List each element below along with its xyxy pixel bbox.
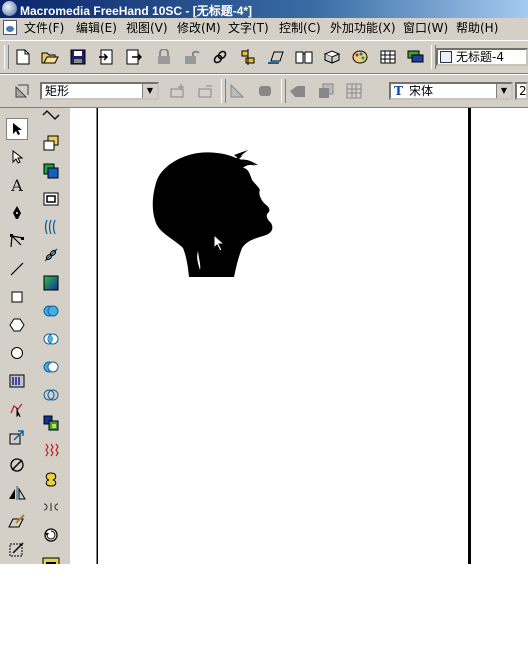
send-back-icon[interactable]: [316, 81, 336, 101]
roughen-icon[interactable]: [40, 440, 62, 462]
swatches-icon[interactable]: [378, 47, 398, 67]
bring-front-icon[interactable]: [288, 81, 308, 101]
link-icon[interactable]: [210, 47, 230, 67]
reflect-icon[interactable]: [6, 482, 28, 504]
inset-icon[interactable]: [40, 188, 62, 210]
lock-icon[interactable]: [154, 47, 174, 67]
polygon-icon[interactable]: [6, 314, 28, 336]
menu-bar: 文件(F) 编辑(E) 视图(V) 修改(M) 文字(T) 控制(C) 外加功能…: [0, 18, 528, 38]
menu-xtras[interactable]: 外加功能(X): [330, 20, 396, 36]
spiral-icon[interactable]: [40, 496, 62, 518]
fill-icon[interactable]: [40, 160, 62, 182]
main-toolbar: 无标题-4: [0, 40, 528, 74]
library-icon[interactable]: [294, 47, 314, 67]
import-icon[interactable]: [96, 47, 116, 67]
ellipse-icon[interactable]: [6, 342, 28, 364]
line-icon[interactable]: [6, 258, 28, 280]
menu-help[interactable]: 帮助(H): [456, 20, 498, 36]
freeform-icon[interactable]: [40, 104, 62, 126]
align-left-icon[interactable]: [228, 81, 248, 101]
lasso-icon[interactable]: [6, 398, 28, 420]
skew-icon[interactable]: [6, 510, 28, 532]
symbols-icon[interactable]: [322, 47, 342, 67]
menu-modify[interactable]: 修改(M): [177, 20, 221, 36]
text-toolbar: 矩形 ▼ T 宋体 ▼ 24: [0, 74, 528, 108]
tools-panel: A: [0, 108, 70, 564]
rotate-3d-icon[interactable]: [40, 524, 62, 546]
union-icon[interactable]: [40, 300, 62, 322]
scale-icon[interactable]: [6, 426, 28, 448]
remove-point-icon[interactable]: [196, 81, 216, 101]
punch-icon[interactable]: [40, 356, 62, 378]
gradient-fill-icon[interactable]: [40, 272, 62, 294]
export-icon[interactable]: [124, 47, 144, 67]
align-icon[interactable]: [238, 47, 258, 67]
bezigon-icon[interactable]: [6, 230, 28, 252]
rotate-icon[interactable]: [6, 454, 28, 476]
truetype-font-icon: T: [394, 84, 403, 98]
text-icon[interactable]: A: [6, 174, 28, 196]
chevron-down-icon[interactable]: ▼: [496, 84, 511, 98]
object-inspector-icon[interactable]: [12, 81, 32, 101]
chevron-down-icon[interactable]: ▼: [142, 84, 157, 98]
color-mixer-icon[interactable]: [350, 47, 370, 67]
subselect-icon[interactable]: [6, 146, 28, 168]
freehand-app-icon[interactable]: [2, 1, 17, 16]
document-select[interactable]: 无标题-4: [436, 48, 528, 66]
transform-icon[interactable]: [266, 47, 286, 67]
bend-icon[interactable]: [40, 468, 62, 490]
blend-icon[interactable]: [40, 216, 62, 238]
mouse-cursor-icon: [213, 234, 226, 252]
open-icon[interactable]: [40, 47, 60, 67]
split-icon[interactable]: [40, 384, 62, 406]
new-icon[interactable]: [13, 47, 33, 67]
window-title: Macromedia FreeHand 10SC - [无标题-4*]: [20, 4, 253, 18]
title-bar[interactable]: Macromedia FreeHand 10SC - [无标题-4*]: [0, 0, 528, 18]
font-select[interactable]: T 宋体 ▼: [389, 82, 513, 100]
intersect-icon[interactable]: [40, 328, 62, 350]
document-small-icon: [440, 51, 452, 63]
color-icon[interactable]: [40, 412, 62, 434]
menu-text[interactable]: 文字(T): [228, 20, 269, 36]
rectangle-icon[interactable]: [6, 286, 28, 308]
document-icon[interactable]: [3, 20, 17, 35]
menu-window[interactable]: 窗口(W): [403, 20, 448, 36]
align-right-icon[interactable]: [256, 81, 276, 101]
object-type-select[interactable]: 矩形 ▼: [40, 82, 159, 100]
menu-view[interactable]: 视图(V): [126, 20, 168, 36]
menu-control[interactable]: 控制(C): [279, 20, 321, 36]
shadow-icon[interactable]: [40, 132, 62, 154]
pointer-icon[interactable]: [6, 118, 28, 140]
head-silhouette-artwork[interactable]: [98, 108, 468, 564]
document-page[interactable]: [97, 108, 471, 564]
save-icon[interactable]: [68, 47, 88, 67]
pen-icon[interactable]: [6, 202, 28, 224]
toolbar-separator: [281, 79, 286, 103]
unlock-icon[interactable]: [182, 47, 202, 67]
toolbar-grip[interactable]: [4, 45, 9, 69]
font-size-field[interactable]: 24: [515, 82, 528, 100]
menu-edit[interactable]: 编辑(E): [76, 20, 117, 36]
gradient-icon[interactable]: [6, 370, 28, 392]
trace-icon[interactable]: [6, 538, 28, 560]
toolbar-separator: [221, 79, 226, 103]
application-window: Macromedia FreeHand 10SC - [无标题-4*] 文件(F…: [0, 0, 528, 564]
grid-icon[interactable]: [344, 81, 364, 101]
menu-file[interactable]: 文件(F): [24, 20, 64, 36]
chain-icon[interactable]: [40, 244, 62, 266]
add-point-icon[interactable]: [168, 81, 188, 101]
layers-icon[interactable]: [406, 47, 426, 67]
graphic-hose-icon[interactable]: [40, 552, 62, 564]
